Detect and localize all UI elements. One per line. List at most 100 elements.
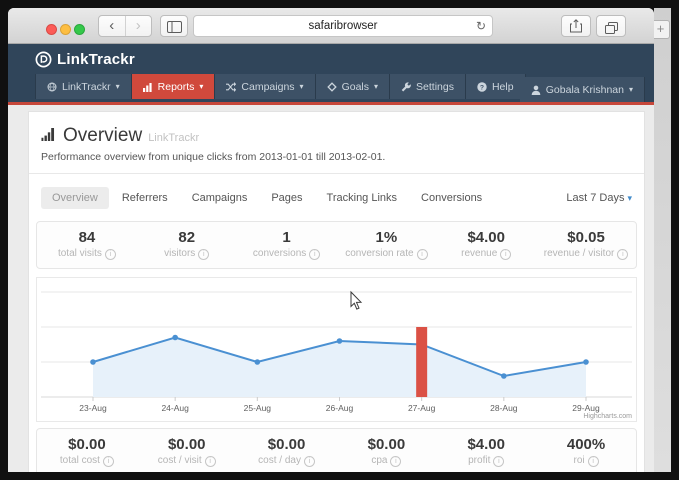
stat-value: 1 [237, 229, 337, 246]
stat-value: 84 [37, 229, 137, 246]
info-icon[interactable]: i [500, 249, 511, 260]
tab-conversions[interactable]: Conversions [410, 187, 493, 209]
stat-profit: $4.00profiti [436, 429, 536, 472]
shuffle-icon [226, 82, 236, 92]
bottom-stats-panel: $0.00total costi$0.00cost / visiti$0.00c… [36, 428, 637, 472]
date-range-dropdown[interactable]: Last 7 Days▾ [566, 192, 632, 204]
caret-down-icon: ▾ [629, 85, 633, 94]
reload-button[interactable]: ↻ [476, 16, 486, 36]
caret-down-icon: ▾ [374, 82, 378, 91]
page-content: Overview LinkTrackr Performance overview… [8, 105, 654, 472]
bar-chart-icon [143, 82, 153, 92]
tabs-icon [605, 22, 618, 34]
address-bar[interactable]: safaribrowser ↻ [193, 15, 493, 37]
zoom-window-button[interactable] [74, 24, 85, 35]
stat-value: $0.00 [237, 436, 337, 453]
stat-value: $0.05 [536, 229, 636, 246]
safari-window: ‹ › safaribrowser ↻ LinkTrackr LinkTra [8, 8, 654, 472]
chart-attribution[interactable]: Highcharts.com [583, 413, 632, 420]
x-tick-label: 24-Aug [161, 403, 189, 413]
stat-label: cost / visiti [137, 455, 237, 467]
tab-overview-button[interactable] [596, 15, 626, 37]
forward-button[interactable]: › [125, 16, 152, 36]
nav-item-label: Help [492, 81, 514, 93]
stat-label: cost / dayi [237, 455, 337, 467]
nav-item-label: Campaigns [241, 81, 294, 93]
screenshot-frame: + ‹ › safaribrowser ↻ [0, 0, 679, 480]
info-icon[interactable]: i [588, 456, 599, 467]
sidebar-toggle-button[interactable] [160, 15, 188, 37]
minimize-window-button[interactable] [60, 24, 71, 35]
caret-down-icon: ▾ [300, 82, 304, 91]
stat-value: $4.00 [436, 229, 536, 246]
tab-campaigns[interactable]: Campaigns [181, 187, 259, 209]
share-button[interactable] [561, 15, 591, 37]
user-icon [531, 85, 541, 95]
info-icon[interactable]: i [105, 249, 116, 260]
nav-item-linktrackr[interactable]: LinkTrackr▾ [35, 74, 132, 99]
info-icon[interactable]: i [390, 456, 401, 467]
close-window-button[interactable] [46, 24, 57, 35]
nav-item-help[interactable]: ? Help [466, 74, 526, 99]
data-point[interactable] [583, 359, 589, 365]
caret-down-icon: ▾ [116, 82, 120, 91]
stat-roi: 400%roii [536, 429, 636, 472]
back-button[interactable]: ‹ [99, 16, 125, 36]
stat-conversions: 1 conversionsi [237, 222, 337, 268]
nav-item-settings[interactable]: Settings [390, 74, 466, 99]
highlight-column[interactable] [416, 327, 427, 397]
nav-item-campaigns[interactable]: Campaigns ▾ [215, 74, 315, 99]
stat-value: $0.00 [37, 436, 137, 453]
data-point[interactable] [337, 338, 343, 344]
stat-value: $0.00 [336, 436, 436, 453]
globe-icon [47, 82, 57, 92]
info-icon[interactable]: i [205, 456, 216, 467]
nav-item-goals[interactable]: Goals▾ [316, 74, 390, 99]
stat-label: revenue / visitori [536, 248, 636, 260]
area-fill [93, 338, 586, 398]
info-icon[interactable]: i [103, 456, 114, 467]
info-icon[interactable]: i [198, 249, 209, 260]
info-icon[interactable]: i [417, 249, 428, 260]
stat-revenue: $4.00revenuei [436, 222, 536, 268]
tab-tracking-links[interactable]: Tracking Links [316, 187, 409, 209]
share-icon [570, 19, 582, 33]
user-name: Gobala Krishnan [546, 84, 624, 96]
user-menu[interactable]: Gobala Krishnan ▾ [520, 77, 645, 102]
info-icon[interactable]: i [304, 456, 315, 467]
tab-overview[interactable]: Overview [41, 187, 109, 209]
stat-label: conversionsi [237, 248, 337, 260]
linktrackr-navbar: LinkTrackr LinkTrackr▾Reports▾ Campaigns ▾… [8, 44, 654, 105]
stat-total-cost: $0.00total costi [37, 429, 137, 472]
stat-cost-day: $0.00 cost / dayi [237, 429, 337, 472]
tab-referrers[interactable]: Referrers [111, 187, 179, 209]
stat-label: visitorsi [137, 248, 237, 260]
tab-pages[interactable]: Pages [260, 187, 313, 209]
data-point[interactable] [172, 335, 178, 341]
linktrackr-logo-icon [35, 51, 52, 68]
brand-name[interactable]: LinkTrackr [57, 51, 135, 68]
info-icon[interactable]: i [617, 249, 628, 260]
info-icon[interactable]: i [493, 456, 504, 467]
stat-value: 1% [336, 229, 436, 246]
nav-item-reports[interactable]: Reports▾ [132, 74, 216, 99]
stat-total-visits: 84total visitsi [37, 222, 137, 268]
data-point[interactable] [501, 373, 507, 379]
data-point[interactable] [255, 359, 261, 365]
visits-chart[interactable]: 23-Aug24-Aug25-Aug26-Aug27-Aug28-Aug29-A… [37, 278, 636, 421]
report-tabs: OverviewReferrersCampaignsPagesTracking … [29, 174, 644, 221]
url-text: safaribrowser [308, 20, 377, 32]
nav-item-label: Settings [416, 81, 454, 93]
stat-cost-visit: $0.00cost / visiti [137, 429, 237, 472]
background-window-strip [654, 8, 671, 472]
info-icon[interactable]: i [309, 249, 320, 260]
stat-label: roii [536, 455, 636, 467]
help-icon: ? [477, 82, 487, 92]
stat-label: cpai [336, 455, 436, 467]
stat-visitors: 82 visitorsi [137, 222, 237, 268]
stat-value: 82 [137, 229, 237, 246]
history-nav-group: ‹ › [98, 15, 152, 37]
data-point[interactable] [90, 359, 96, 365]
mouse-cursor [351, 292, 361, 309]
brand-row: LinkTrackr [8, 44, 654, 74]
